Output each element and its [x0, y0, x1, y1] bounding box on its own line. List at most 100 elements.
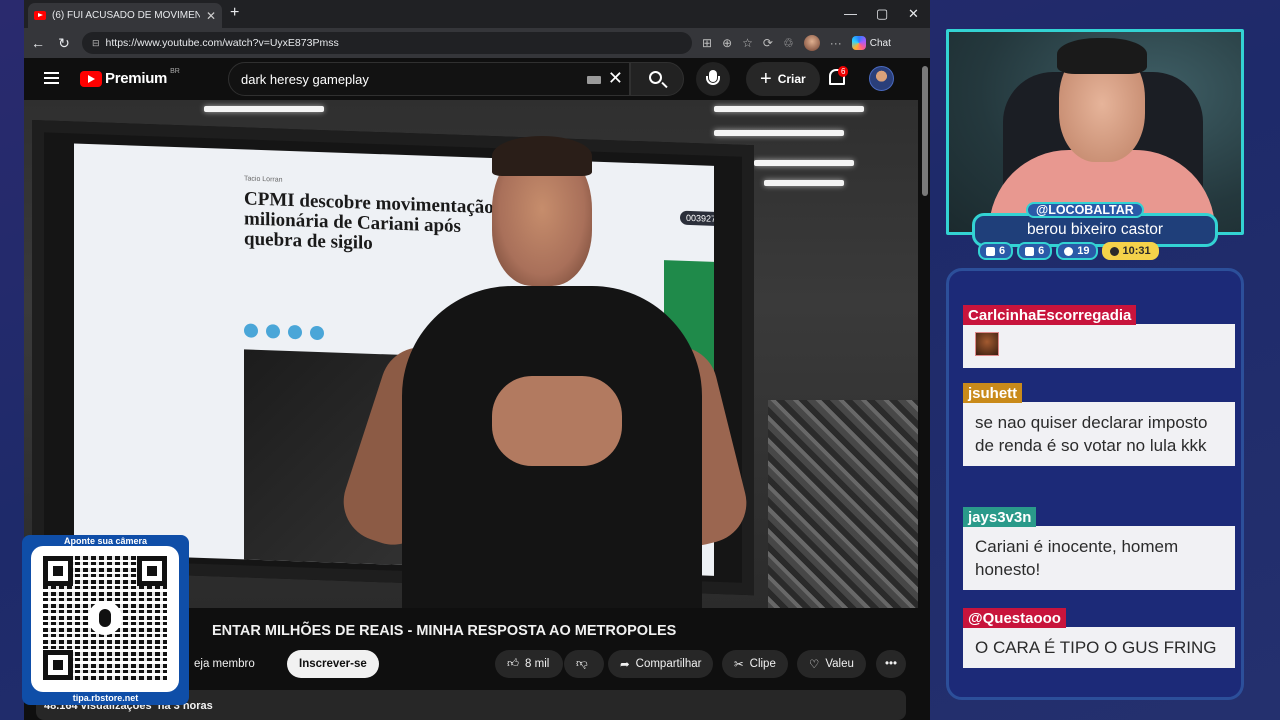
- chat-username: jsuhett: [963, 383, 1023, 403]
- presenter-hands: [492, 376, 622, 466]
- like-button[interactable]: 👍︎ 8 mil: [495, 650, 563, 678]
- scrollbar-thumb[interactable]: [922, 66, 928, 196]
- notification-count-badge: 6: [838, 66, 849, 77]
- chat-message: jsuhett se nao quiser declarar imposto d…: [963, 383, 1235, 466]
- youtube-header: Premium BR dark heresy gameplay ✕ + Cria…: [24, 58, 930, 100]
- tab-close-icon[interactable]: ✕: [206, 9, 216, 23]
- youtube-play-icon: [80, 70, 102, 87]
- presenter-hair: [492, 136, 592, 176]
- chat-message: CarlcinhaEscorregadia: [963, 305, 1235, 368]
- scissors-icon: ✂: [734, 659, 744, 671]
- voice-search-button[interactable]: [696, 62, 730, 96]
- thumbs-down-icon: 👎︎: [576, 658, 588, 670]
- chat-message-text: O CARA É TIPO O GUS FRING: [963, 627, 1235, 668]
- keyboard-icon[interactable]: [587, 76, 601, 84]
- ceiling-light: [714, 106, 864, 112]
- chat-message: @Questaooo O CARA É TIPO O GUS FRING: [963, 608, 1235, 668]
- account-avatar[interactable]: [869, 66, 894, 91]
- thanks-label: Valeu: [825, 658, 854, 670]
- search-button[interactable]: [630, 62, 684, 96]
- refresh-icon[interactable]: ↻: [56, 35, 72, 52]
- chat-panel: CarlcinhaEscorregadia jsuhett se nao qui…: [946, 268, 1244, 700]
- share-button[interactable]: ➦ Compartilhar: [608, 650, 714, 678]
- background-plants: [768, 400, 918, 608]
- thumbs-up-icon: 👍︎: [507, 658, 520, 670]
- create-label: Criar: [777, 72, 806, 86]
- cycle-stat-value: 19: [1077, 245, 1090, 257]
- presenter: [333, 136, 755, 608]
- site-info-icon[interactable]: ⊟: [92, 38, 100, 49]
- qr-finder: [43, 650, 73, 680]
- more-icon: •••: [884, 658, 898, 670]
- join-label: eja membro: [194, 658, 255, 670]
- cycle-stat: 19: [1056, 242, 1098, 260]
- browser-tab[interactable]: (6) FUI ACUSADO DE MOVIMENTA ✕: [28, 3, 222, 28]
- ceiling-light: [714, 130, 844, 136]
- address-tools: ⊞ ⊕ ☆ ⟳ ♲ ··· Chat: [702, 35, 891, 51]
- streamer-hair: [1057, 38, 1147, 74]
- collections-icon[interactable]: ♲: [783, 36, 794, 50]
- video-icon: [1025, 246, 1035, 256]
- ceiling-light: [764, 180, 844, 186]
- more-menu-icon[interactable]: ···: [830, 36, 842, 50]
- stream-status-text: berou bixeiro castor: [1026, 221, 1164, 238]
- menu-icon[interactable]: [44, 72, 59, 84]
- minimize-button[interactable]: —: [844, 6, 857, 21]
- close-window-button[interactable]: ✕: [908, 6, 919, 22]
- search-input[interactable]: dark heresy gameplay ✕: [228, 62, 630, 96]
- chat-username: CarlcinhaEscorregadia: [963, 305, 1137, 325]
- profile-avatar[interactable]: [803, 35, 820, 51]
- timer-stat: 10:31: [1101, 242, 1159, 260]
- plus-icon: +: [760, 68, 772, 90]
- chat-message-text: Cariani é inocente, homem honesto!: [963, 526, 1235, 590]
- copilot-chat-button[interactable]: Chat: [851, 36, 891, 50]
- qr-bottom-text: tipa.rbstore.net: [72, 693, 139, 703]
- share-label: Compartilhar: [635, 658, 702, 670]
- clip-button[interactable]: ✂ Clipe: [722, 650, 788, 678]
- chat-username: @Questaooo: [963, 608, 1066, 628]
- qr-finder: [43, 556, 73, 586]
- ceiling-light: [754, 160, 854, 166]
- zoom-icon[interactable]: ⊕: [722, 36, 732, 50]
- apps-icon[interactable]: ⊞: [702, 36, 712, 50]
- create-button[interactable]: + Criar: [746, 62, 820, 96]
- youtube-logo-text: Premium: [105, 70, 168, 87]
- qr-mic-logo-icon: [88, 601, 122, 635]
- youtube-country-code: BR: [170, 68, 180, 75]
- chat-message: jays3v3n Cariani é inocente, homem hones…: [963, 507, 1235, 590]
- tab-title: (6) FUI ACUSADO DE MOVIMENTA: [52, 10, 200, 21]
- search-value: dark heresy gameplay: [241, 71, 369, 87]
- qr-code-widget: Aponte sua câmera tipa.rbstore.net: [22, 535, 189, 705]
- stream-stats: 6 6 19 10:31: [978, 242, 1159, 260]
- subscribe-button[interactable]: Inscrever-se: [287, 650, 379, 678]
- video-player[interactable]: Tacio Lorran CPMI descobre movimentação …: [24, 100, 918, 608]
- join-button[interactable]: eja membro: [194, 650, 255, 678]
- youtube-favicon-icon: [34, 11, 46, 20]
- extensions-icon[interactable]: ⟳: [763, 36, 773, 50]
- youtube-logo[interactable]: Premium BR: [80, 68, 180, 87]
- timer-value: 10:31: [1122, 245, 1151, 257]
- ceiling-light: [204, 106, 324, 112]
- new-tab-button[interactable]: +: [230, 4, 239, 22]
- video-stat-value: 6: [1038, 245, 1045, 257]
- page-scrollbar[interactable]: [922, 62, 928, 712]
- dislike-button[interactable]: 👎︎: [564, 650, 604, 678]
- streamer-handle: @LOCOBALTAR: [1026, 202, 1144, 218]
- url-text: https://www.youtube.com/watch?v=UyxE873P…: [105, 37, 339, 49]
- address-bar[interactable]: ⊟ https://www.youtube.com/watch?v=UyxE87…: [82, 32, 692, 54]
- tab-bar: (6) FUI ACUSADO DE MOVIMENTA ✕ + — ▢ ✕: [24, 0, 930, 28]
- maximize-button[interactable]: ▢: [876, 6, 888, 22]
- more-actions-button[interactable]: •••: [876, 650, 906, 678]
- emote-icon: [975, 332, 999, 356]
- favorite-star-icon[interactable]: ☆: [742, 36, 753, 50]
- clear-search-icon[interactable]: ✕: [608, 68, 623, 89]
- search-icon: [649, 71, 662, 84]
- clock-icon: [1109, 246, 1119, 256]
- copilot-icon: [851, 36, 866, 50]
- video-stat: 6: [1017, 242, 1053, 260]
- subscribe-label: Inscrever-se: [299, 658, 367, 670]
- qr-top-text: Aponte sua câmera: [63, 536, 148, 546]
- back-icon[interactable]: ←: [30, 35, 46, 51]
- thanks-button[interactable]: ♡ Valeu: [797, 650, 866, 678]
- chat-message-body: [963, 324, 1235, 368]
